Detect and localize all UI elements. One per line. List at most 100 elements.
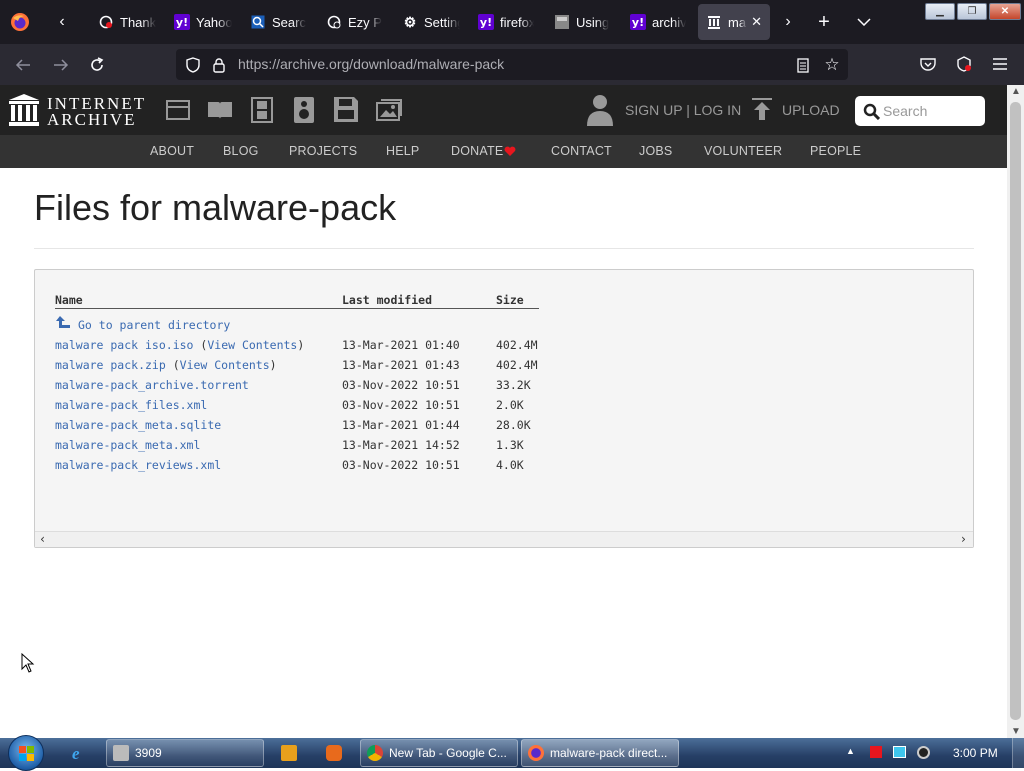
view-contents-link[interactable]: View Contents bbox=[180, 358, 270, 372]
file-modified: 03-Nov-2022 10:51 bbox=[342, 378, 460, 392]
internet-explorer-icon[interactable]: e bbox=[72, 744, 90, 763]
tab-scroll-right-icon[interactable]: › bbox=[776, 10, 800, 34]
tab-search[interactable]: Search bbox=[250, 4, 306, 40]
file-link[interactable]: malware pack iso.iso bbox=[55, 338, 193, 352]
firefox-menu-icon[interactable] bbox=[8, 10, 32, 34]
lock-icon[interactable] bbox=[210, 56, 228, 74]
restore-window-button[interactable]: ❐ bbox=[957, 3, 987, 20]
new-tab-icon[interactable]: + bbox=[812, 10, 836, 34]
yahoo-icon: y! bbox=[174, 14, 190, 30]
menu-volunteer[interactable]: VOLUNTEER bbox=[704, 144, 782, 158]
taskbar-item-chrome[interactable]: New Tab - Google C... bbox=[360, 739, 518, 767]
start-orb-button[interactable] bbox=[8, 735, 44, 771]
minimize-window-button[interactable]: ▁ bbox=[925, 3, 955, 20]
tab-archiv[interactable]: y! archiv bbox=[630, 4, 686, 40]
file-listing-panel: Name Last modified Size Go to parent dir… bbox=[34, 269, 974, 548]
file-row: malware pack.zip (View Contents) 13-Mar-… bbox=[55, 358, 538, 372]
upload-arrow-icon[interactable] bbox=[752, 98, 772, 122]
paint-icon[interactable] bbox=[326, 745, 342, 761]
forward-arrow-icon[interactable] bbox=[50, 54, 72, 76]
menu-people[interactable]: PEOPLE bbox=[810, 144, 861, 158]
menu-jobs[interactable]: JOBS bbox=[639, 144, 672, 158]
file-link[interactable]: malware-pack_meta.xml bbox=[55, 438, 200, 452]
yahoo-icon: y! bbox=[478, 14, 494, 30]
tab-malware-pack[interactable]: ma ✕ bbox=[698, 4, 770, 40]
file-modified: 13-Mar-2021 01:43 bbox=[342, 358, 460, 372]
web-icon[interactable] bbox=[166, 99, 190, 121]
page-thumbnail-icon bbox=[554, 14, 570, 30]
parent-directory-row[interactable]: Go to parent directory bbox=[35, 315, 735, 333]
scroll-left-icon[interactable]: ‹ bbox=[39, 532, 46, 546]
tab-scroll-left-icon[interactable]: ‹ bbox=[50, 10, 74, 34]
signup-login-link[interactable]: SIGN UP | LOG IN bbox=[625, 102, 741, 118]
archive-icon bbox=[706, 14, 722, 30]
user-avatar-icon[interactable] bbox=[586, 94, 614, 126]
texts-book-icon[interactable] bbox=[207, 100, 233, 120]
tracking-shield-icon[interactable] bbox=[184, 56, 202, 74]
column-header-modified[interactable]: Last modified bbox=[342, 293, 432, 307]
pocket-icon[interactable] bbox=[918, 54, 938, 74]
software-floppy-icon[interactable] bbox=[334, 97, 358, 122]
volume-icon[interactable] bbox=[917, 746, 930, 759]
column-header-size[interactable]: Size bbox=[496, 293, 524, 307]
clock[interactable]: 3:00 PM bbox=[953, 746, 998, 760]
scroll-up-icon[interactable]: ▲ bbox=[1011, 86, 1021, 97]
parent-directory-link[interactable]: Go to parent directory bbox=[78, 318, 230, 332]
page-vertical-scrollbar[interactable]: ▲ ▼ bbox=[1007, 85, 1024, 738]
file-size: 402.4M bbox=[496, 358, 538, 372]
file-link[interactable]: malware-pack_files.xml bbox=[55, 398, 207, 412]
images-icon[interactable] bbox=[376, 99, 402, 121]
tab-settings[interactable]: ⚙ Setting bbox=[402, 4, 460, 40]
address-bar[interactable]: https://archive.org/download/malware-pac… bbox=[176, 49, 848, 80]
menu-about[interactable]: ABOUT bbox=[150, 144, 194, 158]
tab-thank[interactable]: Thank bbox=[98, 4, 156, 40]
network-icon[interactable] bbox=[893, 746, 906, 758]
menu-projects[interactable]: PROJECTS bbox=[289, 144, 357, 158]
tab-using[interactable]: Using bbox=[554, 4, 612, 40]
column-header-name[interactable]: Name bbox=[55, 293, 83, 307]
back-arrow-icon[interactable] bbox=[12, 54, 34, 76]
scrollbar-thumb[interactable] bbox=[1010, 102, 1021, 720]
file-link[interactable]: malware-pack_meta.sqlite bbox=[55, 418, 221, 432]
close-tab-icon[interactable]: ✕ bbox=[751, 14, 762, 30]
audio-speaker-icon[interactable] bbox=[294, 97, 314, 123]
donate-heart-icon[interactable] bbox=[504, 146, 516, 157]
ia-logo[interactable]: INTERNET ARCHIVE bbox=[9, 94, 145, 129]
bookmark-star-icon[interactable]: ☆ bbox=[822, 55, 842, 75]
taskbar-item-3909[interactable]: 3909 bbox=[106, 739, 264, 767]
taskbar-item-firefox[interactable]: malware-pack direct... bbox=[521, 739, 679, 767]
flag-icon[interactable] bbox=[870, 746, 882, 758]
menu-blog[interactable]: BLOG bbox=[223, 144, 259, 158]
close-window-button[interactable]: ✕ bbox=[989, 3, 1021, 20]
extensions-icon[interactable] bbox=[954, 54, 974, 74]
media-player-icon[interactable] bbox=[281, 745, 297, 761]
tab-yahoo[interactable]: y! Yahoo bbox=[174, 4, 232, 40]
ia-search-box[interactable]: Search bbox=[855, 96, 985, 126]
file-link[interactable]: malware pack.zip bbox=[55, 358, 166, 372]
scroll-right-icon[interactable]: › bbox=[960, 532, 967, 546]
list-tabs-chevron-icon[interactable] bbox=[852, 10, 876, 34]
search-placeholder: Search bbox=[883, 103, 928, 119]
reload-icon[interactable] bbox=[86, 54, 108, 76]
firefox-icon bbox=[528, 745, 544, 761]
reader-view-icon[interactable] bbox=[794, 56, 812, 74]
folder-icon bbox=[113, 745, 129, 761]
upload-link[interactable]: UPLOAD bbox=[782, 102, 840, 118]
view-contents-link[interactable]: View Contents bbox=[207, 338, 297, 352]
file-link[interactable]: malware-pack_reviews.xml bbox=[55, 458, 221, 472]
video-film-icon[interactable] bbox=[251, 97, 273, 123]
horizontal-scrollbar[interactable]: ‹ › bbox=[35, 531, 973, 547]
show-desktop-button[interactable] bbox=[1012, 738, 1024, 768]
menu-help[interactable]: HELP bbox=[386, 144, 419, 158]
url-text[interactable]: https://archive.org/download/malware-pac… bbox=[238, 56, 504, 72]
tab-firefox[interactable]: y! firefox bbox=[478, 4, 534, 40]
scroll-down-icon[interactable]: ▼ bbox=[1011, 726, 1021, 737]
hamburger-menu-icon[interactable] bbox=[990, 54, 1010, 74]
file-link[interactable]: malware-pack_archive.torrent bbox=[55, 378, 249, 392]
file-modified: 13-Mar-2021 01:44 bbox=[342, 418, 460, 432]
show-hidden-icons[interactable]: ▲ bbox=[846, 746, 855, 756]
yahoo-icon: y! bbox=[630, 14, 646, 30]
menu-donate[interactable]: DONATE bbox=[451, 144, 503, 158]
menu-contact[interactable]: CONTACT bbox=[551, 144, 612, 158]
tab-ezy[interactable]: Ezy Pl bbox=[326, 4, 382, 40]
